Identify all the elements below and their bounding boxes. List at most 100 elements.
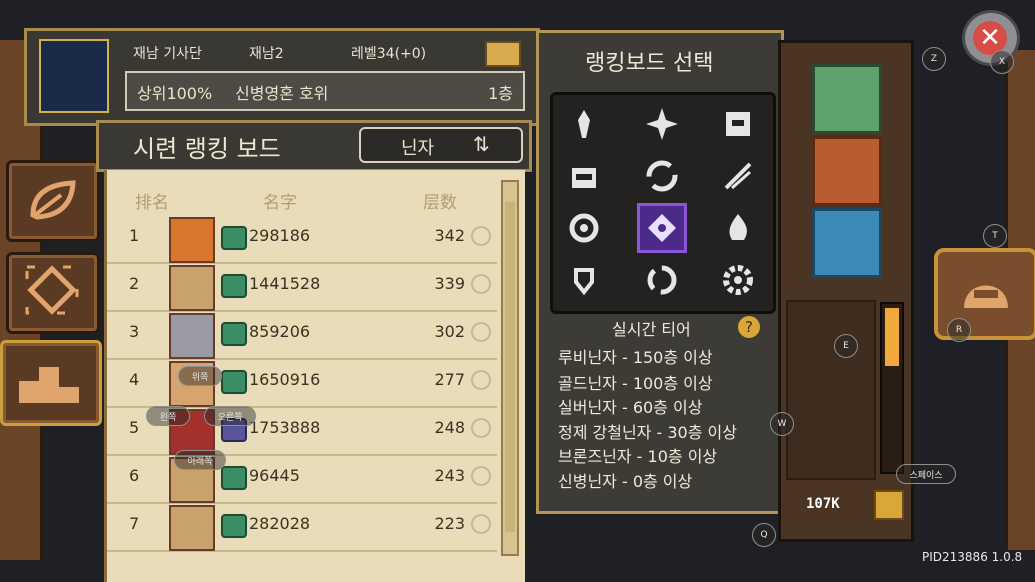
row-rank: 3 [129,322,140,341]
helmet-icon [726,112,750,136]
key-hint-right: 오른쪽 [204,406,256,426]
row-rank: 1 [129,226,140,245]
row-rank: 6 [129,466,140,485]
board-option-selected[interactable] [637,203,687,253]
diamond-icon [25,265,79,315]
ticket-icon[interactable] [485,41,521,67]
icon-grid [550,92,776,314]
player-name: 재남2 [249,46,284,62]
tab-leaf[interactable] [6,160,100,242]
row-name: 282028 [249,514,311,533]
tier-line: 신병닌자 - 0층 이상 [558,472,693,491]
percentile-label: 상위100% [137,84,213,103]
swap-icon: ⇅ [473,132,490,156]
leaf-icon [30,180,76,220]
diamond-star-icon [646,108,678,140]
board-option[interactable] [637,99,687,149]
inventory-scroll-thumb[interactable] [885,308,899,366]
rank-badge-icon [221,226,247,250]
row-avatar [169,313,215,359]
vortex-icon [647,265,677,295]
inventory-grid [786,300,876,480]
inspect-icon[interactable] [471,274,491,294]
inspect-icon[interactable] [471,226,491,246]
row-name: 1650916 [249,370,321,389]
inspect-icon[interactable] [471,370,491,390]
scroll-thumb[interactable] [505,202,515,532]
row-avatar [169,265,215,311]
mech-slot[interactable] [812,136,882,206]
inventory-scrollbar[interactable] [880,302,904,474]
row-name: 96445 [249,466,300,485]
row-floor: 223 [434,514,465,533]
help-icon[interactable]: ? [738,316,760,338]
staff-slot[interactable] [812,208,882,278]
tier-line: 루비닌자 - 150층 이상 [558,348,713,367]
gear-icon [723,265,753,295]
ranking-list-panel: 排名 名字 层数 1 298186 342 2 1441528 339 3 85… [104,170,525,582]
key-hint-space: 스페이스 [896,464,956,484]
table-row[interactable]: 2 1441528 339 [107,262,497,312]
currency-amount: 107K [806,496,840,512]
table-row[interactable]: 4 1650916 277 [107,358,497,408]
inspect-icon[interactable] [471,322,491,342]
row-avatar [169,505,215,551]
tab-podium[interactable] [0,340,102,426]
inspect-icon[interactable] [471,466,491,486]
board-option[interactable] [559,151,609,201]
rank-badge-icon [221,370,247,394]
row-rank: 4 [129,370,140,389]
board-option[interactable] [559,99,609,149]
inspect-icon[interactable] [471,514,491,534]
crossed-blades-icon [724,162,752,190]
helmet-icon [964,285,1008,308]
list-scrollbar[interactable] [501,180,519,556]
podium-icon [19,367,79,403]
flame-icon [729,214,747,240]
armor-slot[interactable] [812,64,882,134]
dagger-crest-icon [578,110,590,138]
inspect-icon[interactable] [471,418,491,438]
board-option[interactable] [559,203,609,253]
row-floor: 302 [434,322,465,341]
player-level: 레벨34(+0) [351,46,427,62]
board-title-bar: 시련 랭킹 보드 닌자 ⇅ [96,120,532,172]
swirl-icon [646,160,678,192]
rank-badge-icon [221,274,247,298]
profile-header: 재남 기사단 재남2 레벨34(+0) 상위100% 신병영혼 호위 1층 [24,28,540,126]
rank-badge-icon [221,514,247,538]
column-rank: 排名 [135,193,169,213]
table-row[interactable]: 7 282028 223 [107,502,497,552]
board-option[interactable] [637,255,687,305]
board-option[interactable] [713,99,763,149]
rank-rows: 1 298186 342 2 1441528 339 3 859206 302 … [107,214,507,582]
key-hint-w: W [770,412,794,436]
row-floor: 342 [434,226,465,245]
class-selector-label: 닌자 [401,138,435,159]
board-option[interactable] [713,151,763,201]
column-name: 名字 [263,193,297,213]
board-option[interactable] [559,255,609,305]
board-option[interactable] [637,151,687,201]
key-hint-t: T [983,224,1007,248]
board-title: 시련 랭킹 보드 [133,135,281,163]
key-hint-x: X [990,50,1014,74]
player-avatar [39,39,109,113]
key-hint-q: Q [752,523,776,547]
floor-label: 1층 [488,84,513,103]
grid-toggle-icon[interactable] [874,490,904,520]
table-row[interactable]: 1 298186 342 [107,214,497,264]
table-row[interactable]: 3 859206 302 [107,310,497,360]
row-rank: 7 [129,514,140,533]
tier-heading: 실시간 티어 [612,320,691,339]
board-option[interactable] [713,255,763,305]
tier-line: 실버닌자 - 60층 이상 [558,398,703,417]
row-rank: 2 [129,274,140,293]
row-name: 859206 [249,322,311,341]
board-option[interactable] [713,203,763,253]
key-hint-r: R [947,318,971,342]
tab-diamond[interactable] [6,252,100,334]
table-row[interactable]: 6 96445 243 [107,454,497,504]
class-selector-button[interactable]: 닌자 ⇅ [359,127,523,163]
rank-badge-icon [221,466,247,490]
